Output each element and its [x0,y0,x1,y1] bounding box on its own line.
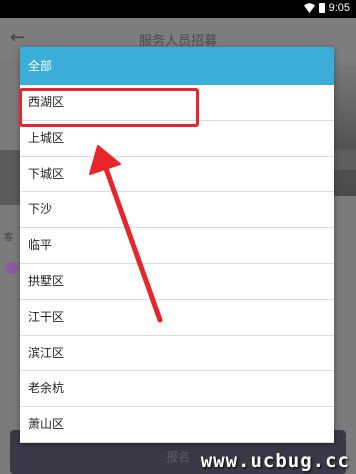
district-list: 西湖区 上城区 下城区 下沙 临平 拱墅区 江干区 滨江区 老余杭 萧山区 [20,85,334,443]
side-label: 客 [4,233,14,243]
photo-thumbnail [0,150,20,205]
district-item-binjiang[interactable]: 滨江区 [20,336,334,372]
avatar [6,262,18,274]
annotation-highlight-box [19,88,199,127]
photo-banner [334,66,356,196]
district-item-xiacheng[interactable]: 下城区 [20,157,334,193]
clock: 9:05 [328,2,350,14]
district-item-linping[interactable]: 临平 [20,228,334,264]
district-item-xiaoshan[interactable]: 萧山区 [20,407,334,443]
watermark: www.ucbug.cc [200,450,350,472]
wifi-icon [303,3,315,13]
district-item-jianggan[interactable]: 江干区 [20,300,334,336]
district-item-laoyuhang[interactable]: 老余杭 [20,371,334,408]
status-bar: 9:05 [0,0,356,18]
picker-option-all[interactable]: 全部 [20,47,334,85]
battery-icon [318,3,325,13]
photo-strip [334,150,356,170]
status-icons: 9:05 [303,2,350,14]
district-item-gongshu[interactable]: 拱墅区 [20,264,334,300]
district-item-xiasha[interactable]: 下沙 [20,192,334,229]
